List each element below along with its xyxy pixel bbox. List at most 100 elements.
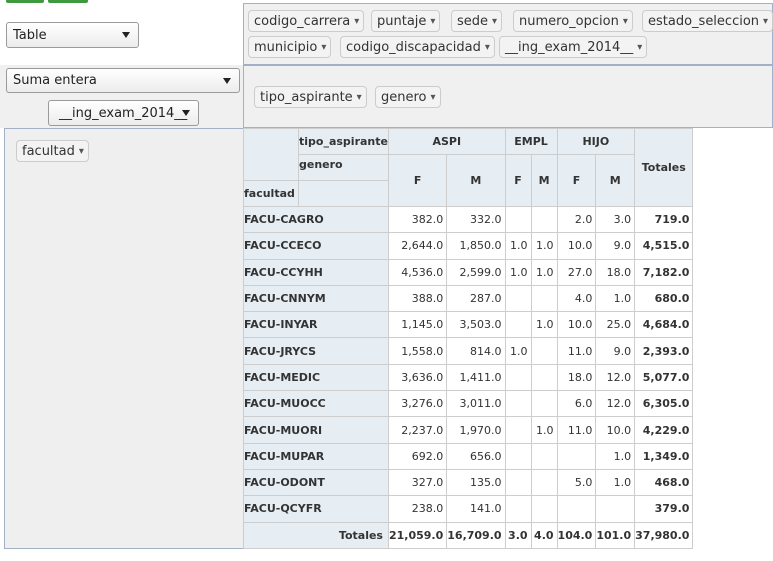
attr-pill-estado-seleccion[interactable]: estado_seleccion ▾ [642, 10, 773, 32]
value-cell[interactable]: 382.0 [387, 205, 448, 234]
value-cell[interactable] [530, 284, 558, 313]
col-attr-pill-tipo-aspirante[interactable]: tipo_aspirante ▾ [254, 86, 367, 108]
triangle-down-icon[interactable]: ▾ [321, 42, 326, 53]
value-cell[interactable] [504, 416, 532, 444]
row-total-cell[interactable]: 680.0 [634, 284, 694, 313]
row-total-cell[interactable]: 2,393.0 [634, 337, 694, 365]
value-cell[interactable]: 4,536.0 [387, 258, 448, 286]
grand-total-cell[interactable]: 37,980.0 [634, 521, 694, 549]
value-cell[interactable]: 1,558.0 [387, 337, 448, 365]
top-tab-1[interactable] [6, 0, 44, 3]
triangle-down-icon[interactable]: ▾ [623, 16, 628, 27]
value-cell[interactable] [504, 311, 532, 339]
value-cell[interactable]: 1,145.0 [387, 311, 448, 339]
attr-pill-sede[interactable]: sede ▾ [451, 10, 503, 32]
value-cell[interactable]: 9.0 [595, 232, 636, 260]
value-cell[interactable]: 332.0 [446, 205, 506, 234]
row-total-cell[interactable]: 1,349.0 [634, 442, 694, 470]
value-cell[interactable] [530, 468, 558, 497]
row-attrs-area[interactable] [4, 128, 244, 549]
triangle-down-icon[interactable]: ▾ [357, 92, 362, 103]
value-cell[interactable]: 3,636.0 [387, 363, 448, 392]
value-cell[interactable] [530, 363, 558, 392]
attr-pill-numero-opcion[interactable]: numero_opcion ▾ [513, 10, 633, 32]
value-cell[interactable]: 10.0 [595, 416, 636, 444]
triangle-down-icon[interactable]: ▾ [431, 92, 436, 103]
value-cell[interactable] [530, 495, 558, 523]
value-cell[interactable]: 6.0 [556, 390, 597, 418]
value-cell[interactable]: 12.0 [595, 363, 636, 392]
value-cell[interactable]: 3,503.0 [446, 311, 506, 339]
value-cell[interactable] [530, 337, 558, 365]
value-cell[interactable]: 3,276.0 [387, 390, 448, 418]
triangle-down-icon[interactable]: ▾ [763, 16, 768, 27]
value-cell[interactable] [504, 284, 532, 313]
value-cell[interactable] [504, 363, 532, 392]
value-cell[interactable]: 1.0 [530, 232, 558, 260]
value-cell[interactable]: 3,011.0 [446, 390, 506, 418]
value-cell[interactable]: 1.0 [530, 258, 558, 286]
col-total-cell[interactable]: 16,709.0 [446, 521, 506, 549]
aggregator-attr-select[interactable]: __ing_exam_2014__ [48, 100, 199, 126]
value-cell[interactable] [530, 442, 558, 470]
col-total-cell[interactable]: 21,059.0 [387, 521, 448, 549]
value-cell[interactable] [504, 390, 532, 418]
value-cell[interactable]: 1.0 [530, 416, 558, 444]
col-total-cell[interactable]: 101.0 [595, 521, 636, 549]
triangle-down-icon[interactable]: ▾ [492, 16, 497, 27]
value-cell[interactable]: 656.0 [446, 442, 506, 470]
value-cell[interactable] [504, 495, 532, 523]
triangle-down-icon[interactable]: ▾ [354, 16, 359, 27]
value-cell[interactable] [504, 442, 532, 470]
triangle-down-icon[interactable]: ▾ [637, 42, 642, 53]
renderer-select[interactable]: Table [6, 22, 139, 48]
attr-pill-puntaje[interactable]: puntaje ▾ [371, 10, 441, 32]
value-cell[interactable]: 11.0 [556, 337, 597, 365]
top-tab-2[interactable] [48, 0, 88, 3]
value-cell[interactable]: 1,970.0 [446, 416, 506, 444]
value-cell[interactable]: 1.0 [595, 468, 636, 497]
value-cell[interactable]: 1.0 [504, 232, 532, 260]
value-cell[interactable]: 9.0 [595, 337, 636, 365]
value-cell[interactable]: 3.0 [595, 205, 636, 234]
triangle-down-icon[interactable]: ▾ [430, 16, 435, 27]
value-cell[interactable]: 1,850.0 [446, 232, 506, 260]
value-cell[interactable] [556, 442, 597, 470]
col-total-cell[interactable]: 3.0 [504, 521, 532, 549]
value-cell[interactable] [530, 205, 558, 234]
value-cell[interactable]: 814.0 [446, 337, 506, 365]
row-total-cell[interactable]: 4,229.0 [634, 416, 694, 444]
value-cell[interactable]: 238.0 [387, 495, 448, 523]
value-cell[interactable] [595, 495, 636, 523]
value-cell[interactable]: 2.0 [556, 205, 597, 234]
value-cell[interactable]: 4.0 [556, 284, 597, 313]
value-cell[interactable]: 1.0 [595, 442, 636, 470]
value-cell[interactable]: 692.0 [387, 442, 448, 470]
value-cell[interactable]: 1.0 [504, 337, 532, 365]
row-total-cell[interactable]: 4,684.0 [634, 311, 694, 339]
value-cell[interactable]: 2,237.0 [387, 416, 448, 444]
col-total-cell[interactable]: 4.0 [530, 521, 558, 549]
value-cell[interactable]: 1.0 [595, 284, 636, 313]
row-total-cell[interactable]: 5,077.0 [634, 363, 694, 392]
value-cell[interactable]: 10.0 [556, 311, 597, 339]
row-total-cell[interactable]: 468.0 [634, 468, 694, 497]
value-cell[interactable]: 388.0 [387, 284, 448, 313]
value-cell[interactable] [530, 390, 558, 418]
value-cell[interactable]: 25.0 [595, 311, 636, 339]
value-cell[interactable]: 1,411.0 [446, 363, 506, 392]
value-cell[interactable]: 327.0 [387, 468, 448, 497]
value-cell[interactable]: 1.0 [504, 258, 532, 286]
attr-pill-codigo-discapacidad[interactable]: codigo_discapacidad ▾ [340, 36, 495, 58]
attr-pill-municipio[interactable]: municipio ▾ [248, 36, 332, 58]
value-cell[interactable]: 18.0 [556, 363, 597, 392]
col-attr-pill-genero[interactable]: genero ▾ [375, 86, 441, 108]
col-total-cell[interactable]: 104.0 [556, 521, 597, 549]
value-cell[interactable] [556, 495, 597, 523]
value-cell[interactable]: 1.0 [530, 311, 558, 339]
value-cell[interactable]: 2,599.0 [446, 258, 506, 286]
value-cell[interactable]: 2,644.0 [387, 232, 448, 260]
triangle-down-icon[interactable]: ▾ [79, 146, 84, 157]
value-cell[interactable]: 135.0 [446, 468, 506, 497]
row-total-cell[interactable]: 719.0 [634, 205, 694, 234]
